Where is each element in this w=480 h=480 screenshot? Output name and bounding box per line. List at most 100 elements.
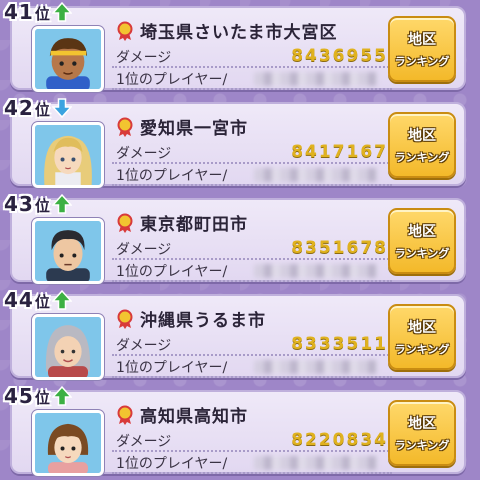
damage-line: ダメージ 8436955 <box>112 46 392 68</box>
rank-suffix: 位 <box>34 101 50 119</box>
region-button-label-bottom: ランキング <box>394 55 450 68</box>
player-avatar <box>32 218 104 284</box>
top-player-line: 1位のプレイヤー/ <box>112 164 392 186</box>
ranking-card: 沖縄県うるま市 ダメージ 8333511 1位のプレイヤー/ 地区 ランキング <box>10 294 466 380</box>
rank-number: 43 <box>4 192 34 216</box>
ranking-row: 45 位 高知県高知市 ダメージ 8220834 1位のプレイヤー/ 地区 ラン… <box>0 384 480 476</box>
top-player-line: 1位のプレイヤー/ <box>112 356 392 378</box>
rank-badge: 44 位 <box>4 286 72 312</box>
rank-up-arrow-icon <box>51 386 72 406</box>
damage-line: ダメージ 8333511 <box>112 334 392 356</box>
rank-suffix: 位 <box>34 293 50 311</box>
girl-blonde-hair-icon <box>35 125 101 185</box>
location-title: 沖縄県うるま市 <box>116 306 266 331</box>
rank-down-arrow-icon <box>51 98 72 118</box>
rank-number: 44 <box>4 288 34 312</box>
medal-icon <box>117 309 133 329</box>
region-ranking-button[interactable]: 地区 ランキング <box>388 16 456 82</box>
top-player-label: 1位のプレイヤー/ <box>116 360 228 376</box>
damage-label: ダメージ <box>116 146 172 162</box>
medal-icon <box>117 213 133 233</box>
rank-number: 42 <box>4 96 34 120</box>
medal-icon <box>117 21 133 41</box>
player-avatar <box>32 26 104 92</box>
region-button-label-bottom: ランキング <box>394 439 450 452</box>
damage-label: ダメージ <box>116 338 172 354</box>
medal-icon <box>117 405 133 425</box>
damage-value: 8220834 <box>291 430 388 450</box>
rank-badge: 43 位 <box>4 190 72 216</box>
rank-badge: 42 位 <box>4 94 72 120</box>
blurred-player-name <box>254 72 378 86</box>
rank-suffix: 位 <box>34 197 50 215</box>
rank-badge: 41 位 <box>4 0 72 24</box>
location-name: 愛知県一宮市 <box>140 119 248 139</box>
region-button-label-top: 地区 <box>408 416 436 432</box>
damage-value: 8417167 <box>291 142 388 162</box>
player-avatar <box>32 122 104 188</box>
region-button-label-top: 地区 <box>408 128 436 144</box>
player-avatar <box>32 410 104 476</box>
rank-suffix: 位 <box>34 389 50 407</box>
region-button-label-bottom: ランキング <box>394 247 450 260</box>
region-button-label-bottom: ランキング <box>394 151 450 164</box>
ranking-row: 43 位 東京都町田市 ダメージ 8351678 1位のプレイヤー/ 地区 ラン… <box>0 192 480 284</box>
ranking-row: 42 位 愛知県一宮市 ダメージ 8417167 1位のプレイヤー/ 地区 ラン… <box>0 96 480 188</box>
boy-brown-hair-headband-icon <box>35 29 101 89</box>
region-ranking-button[interactable]: 地区 ランキング <box>388 304 456 370</box>
ranking-row: 41 位 埼玉県さいたま市大宮区 ダメージ 8436955 1位のプレイヤー/ … <box>0 0 480 92</box>
top-player-label: 1位のプレイヤー/ <box>116 72 228 88</box>
rank-suffix: 位 <box>34 5 50 23</box>
region-button-label-top: 地区 <box>408 224 436 240</box>
rank-up-arrow-icon <box>51 2 72 22</box>
location-title: 東京都町田市 <box>116 210 248 235</box>
damage-value: 8333511 <box>291 334 388 354</box>
damage-line: ダメージ 8351678 <box>112 238 392 260</box>
location-name: 東京都町田市 <box>140 215 248 235</box>
top-player-label: 1位のプレイヤー/ <box>116 456 228 472</box>
location-name: 沖縄県うるま市 <box>140 311 266 331</box>
ranking-row: 44 位 沖縄県うるま市 ダメージ 8333511 1位のプレイヤー/ 地区 ラ… <box>0 288 480 380</box>
blurred-player-name <box>254 168 378 182</box>
ranking-list: 41 位 埼玉県さいたま市大宮区 ダメージ 8436955 1位のプレイヤー/ … <box>0 0 480 480</box>
top-player-label: 1位のプレイヤー/ <box>116 264 228 280</box>
region-button-label-top: 地区 <box>408 32 436 48</box>
blurred-player-name <box>254 456 378 470</box>
rank-number: 41 <box>4 0 34 24</box>
top-player-line: 1位のプレイヤー/ <box>112 68 392 90</box>
top-player-line: 1位のプレイヤー/ <box>112 452 392 474</box>
child-bob-hair-icon <box>35 413 101 473</box>
region-button-label-top: 地区 <box>408 320 436 336</box>
location-title: 埼玉県さいたま市大宮区 <box>116 18 338 43</box>
location-name: 高知県高知市 <box>140 407 248 427</box>
region-ranking-button[interactable]: 地区 ランキング <box>388 400 456 466</box>
damage-value: 8351678 <box>291 238 388 258</box>
top-player-line: 1位のプレイヤー/ <box>112 260 392 282</box>
rank-up-arrow-icon <box>51 290 72 310</box>
location-title: 愛知県一宮市 <box>116 114 248 139</box>
ranking-card: 埼玉県さいたま市大宮区 ダメージ 8436955 1位のプレイヤー/ 地区 ラン… <box>10 6 466 92</box>
damage-line: ダメージ 8417167 <box>112 142 392 164</box>
region-button-label-bottom: ランキング <box>394 343 450 356</box>
player-avatar <box>32 314 104 380</box>
blurred-player-name <box>254 360 378 374</box>
damage-value: 8436955 <box>291 46 388 66</box>
blurred-player-name <box>254 264 378 278</box>
region-ranking-button[interactable]: 地区 ランキング <box>388 208 456 274</box>
location-title: 高知県高知市 <box>116 402 248 427</box>
top-player-label: 1位のプレイヤー/ <box>116 168 228 184</box>
damage-line: ダメージ 8220834 <box>112 430 392 452</box>
ranking-card: 高知県高知市 ダメージ 8220834 1位のプレイヤー/ 地区 ランキング <box>10 390 466 476</box>
medal-icon <box>117 117 133 137</box>
rank-number: 45 <box>4 384 34 408</box>
man-dark-hair-icon <box>35 221 101 281</box>
damage-label: ダメージ <box>116 434 172 450</box>
grandmother-gray-hair-icon <box>35 317 101 377</box>
ranking-card: 東京都町田市 ダメージ 8351678 1位のプレイヤー/ 地区 ランキング <box>10 198 466 284</box>
location-name: 埼玉県さいたま市大宮区 <box>140 23 338 43</box>
damage-label: ダメージ <box>116 50 172 66</box>
rank-up-arrow-icon <box>51 194 72 214</box>
rank-badge: 45 位 <box>4 382 72 408</box>
ranking-card: 愛知県一宮市 ダメージ 8417167 1位のプレイヤー/ 地区 ランキング <box>10 102 466 188</box>
region-ranking-button[interactable]: 地区 ランキング <box>388 112 456 178</box>
